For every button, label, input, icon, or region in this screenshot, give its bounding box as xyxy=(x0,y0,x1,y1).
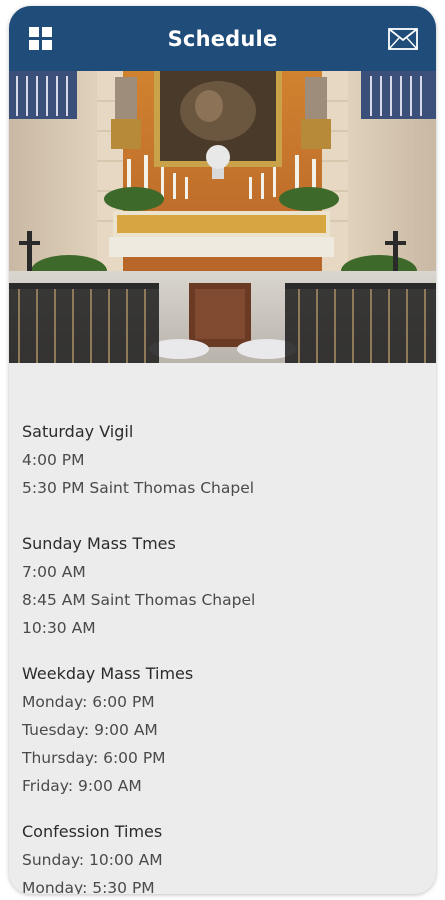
envelope-icon[interactable] xyxy=(388,28,418,50)
schedule-line: 4:00 PM xyxy=(22,451,85,469)
section-title: Confession Times xyxy=(22,822,163,841)
schedule-line: 5:30 PM Saint Thomas Chapel xyxy=(22,479,255,497)
schedule-line: Tuesday: 9:00 AM xyxy=(22,721,158,739)
schedule-line: Sunday: 10:00 AM xyxy=(22,851,163,869)
schedule-line: 10:30 AM xyxy=(22,619,96,637)
saturday-vigil-section: Saturday Vigil 4:00 PM 5:30 PM Saint Tho… xyxy=(22,418,422,502)
schedule-line: 7:00 AM xyxy=(22,563,86,581)
page-title: Schedule xyxy=(167,26,278,51)
sunday-mass-section: Sunday Mass Tmes 7:00 AM 8:45 AM Saint T… xyxy=(22,530,422,642)
schedule-content: Saturday Vigil 4:00 PM 5:30 PM Saint Tho… xyxy=(9,363,436,894)
church-altar-photo xyxy=(9,71,436,363)
section-title: Saturday Vigil xyxy=(22,422,134,441)
grid-menu-icon[interactable] xyxy=(29,27,53,51)
section-title: Weekday Mass Times xyxy=(22,664,194,683)
schedule-line: Friday: 9:00 AM xyxy=(22,777,142,795)
weekday-mass-section: Weekday Mass Times Monday: 6:00 PM Tuesd… xyxy=(22,660,422,800)
app-screen: Schedule Saturday Vigil 4:00 PM 5:30 PM … xyxy=(9,6,436,894)
confession-section: Confession Times Sunday: 10:00 AM Monday… xyxy=(22,818,422,894)
app-header: Schedule xyxy=(9,6,436,71)
section-title: Sunday Mass Tmes xyxy=(22,534,176,553)
schedule-line: Monday: 6:00 PM xyxy=(22,693,155,711)
schedule-line: Thursday: 6:00 PM xyxy=(22,749,166,767)
schedule-line: Monday: 5:30 PM xyxy=(22,879,155,894)
schedule-line: 8:45 AM Saint Thomas Chapel xyxy=(22,591,256,609)
